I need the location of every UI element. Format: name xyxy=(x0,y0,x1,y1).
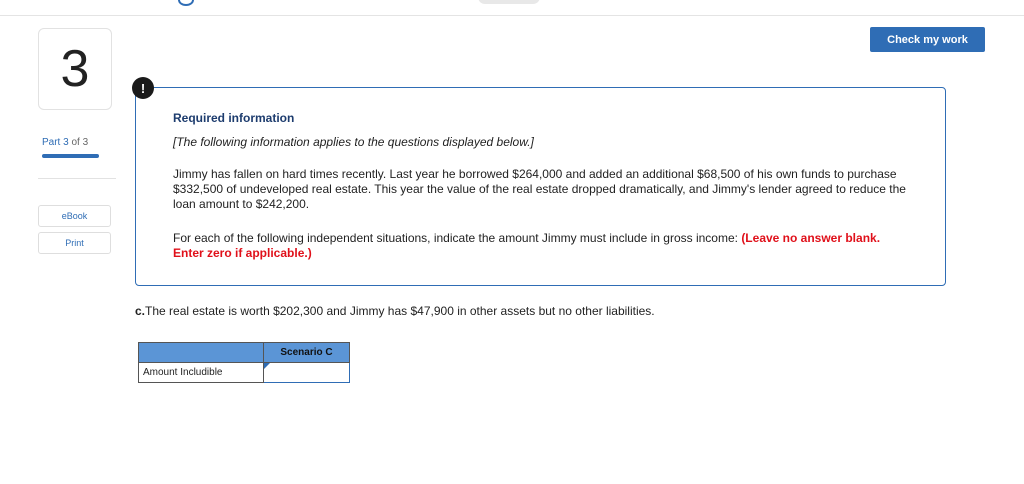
question-number: 3 xyxy=(38,28,112,110)
top-bar xyxy=(0,0,1024,16)
part-c-text: The real estate is worth $202,300 and Ji… xyxy=(145,304,655,318)
ebook-button[interactable]: eBook xyxy=(38,205,111,227)
part-total: of 3 xyxy=(71,137,89,148)
check-my-work-button[interactable]: Check my work xyxy=(870,27,985,52)
nav-dot-icon[interactable] xyxy=(178,0,194,6)
part-c-label: c. xyxy=(135,304,146,318)
required-info-instruction: For each of the following independent si… xyxy=(173,231,913,261)
input-marker-icon xyxy=(264,363,270,369)
row-label-amount-includible: Amount Includible xyxy=(138,362,264,383)
table-header-scenario-c: Scenario C xyxy=(263,342,350,363)
alert-icon: ! xyxy=(132,77,154,99)
amount-includible-input[interactable] xyxy=(264,363,349,382)
required-info-title: Required information xyxy=(173,111,295,125)
part-progress-bar xyxy=(42,154,99,158)
table-header-row: Scenario C xyxy=(138,342,350,363)
required-info-note: [The following information applies to th… xyxy=(173,135,534,149)
print-button[interactable]: Print xyxy=(38,232,111,254)
part-current: 3 xyxy=(63,137,69,148)
question-part-c: c.The real estate is worth $202,300 and … xyxy=(135,304,655,318)
required-info-body: Jimmy has fallen on hard times recently.… xyxy=(173,167,906,211)
sidebar-divider xyxy=(38,178,116,179)
part-prefix: Part xyxy=(42,137,61,148)
answer-table: Scenario C Amount Includible xyxy=(138,342,350,383)
amount-includible-cell[interactable] xyxy=(263,362,350,383)
required-info-box: Required information [The following info… xyxy=(135,87,946,286)
table-row: Amount Includible xyxy=(138,362,350,383)
nav-pill[interactable] xyxy=(478,0,540,4)
instruction-text: For each of the following independent si… xyxy=(173,231,738,245)
part-indicator: Part 3 of 3 xyxy=(42,137,88,148)
table-header-empty xyxy=(138,342,264,363)
